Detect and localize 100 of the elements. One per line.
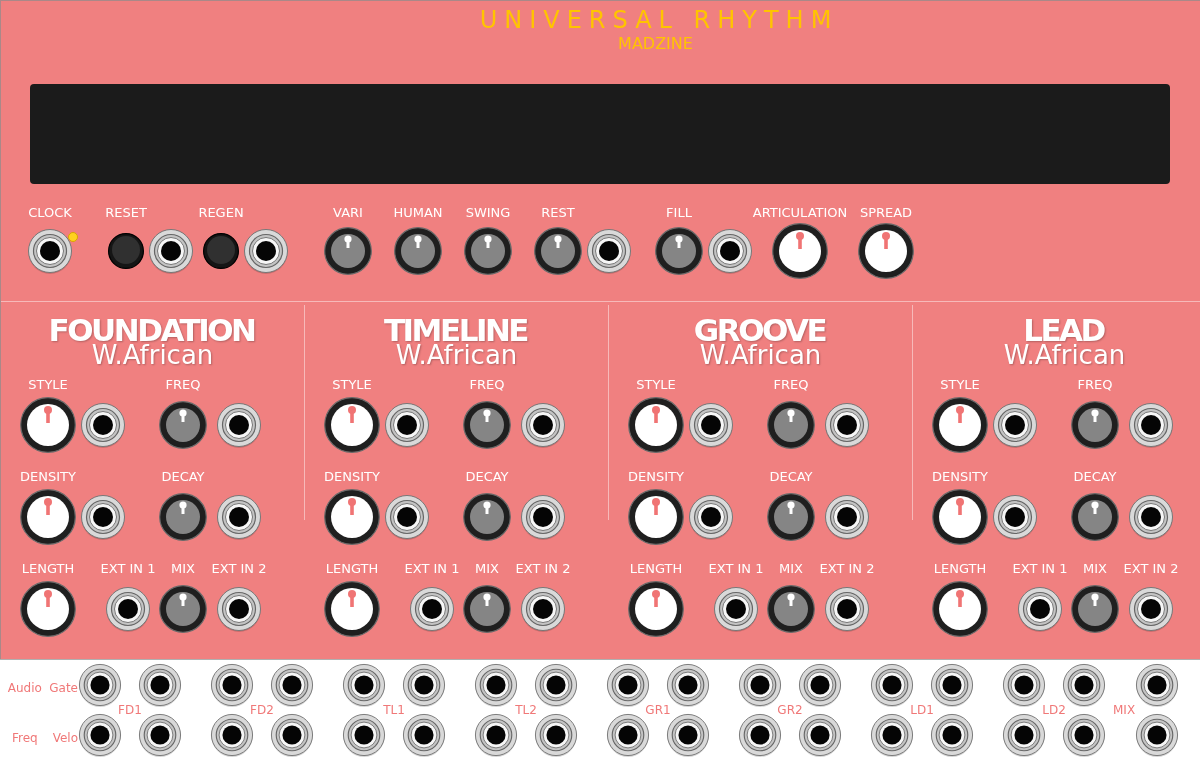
rotary-knob[interactable] (767, 401, 815, 449)
push-button[interactable] (108, 233, 144, 269)
patch-jack[interactable] (384, 402, 430, 448)
patch-jack[interactable] (688, 402, 734, 448)
patch-jack[interactable] (1128, 402, 1174, 448)
patch-jack[interactable] (870, 663, 914, 707)
patch-jack[interactable] (930, 713, 974, 757)
patch-jack[interactable] (210, 713, 254, 757)
patch-jack[interactable] (1135, 713, 1180, 757)
rotary-knob[interactable] (394, 227, 442, 275)
patch-jack[interactable] (824, 586, 870, 632)
patch-jack[interactable] (824, 402, 870, 448)
rotary-knob[interactable] (628, 581, 684, 637)
patch-jack[interactable] (1002, 663, 1046, 707)
patch-jack[interactable] (1135, 663, 1180, 707)
rotary-knob[interactable] (324, 397, 380, 453)
rotary-knob[interactable] (1071, 493, 1119, 541)
rotary-knob[interactable] (463, 401, 511, 449)
rotary-knob[interactable] (20, 581, 76, 637)
rotary-knob[interactable] (767, 493, 815, 541)
control-label: STYLE (940, 377, 980, 393)
patch-jack[interactable] (409, 586, 455, 632)
control-label: SPREAD (859, 205, 913, 221)
patch-jack[interactable] (1017, 586, 1063, 632)
rotary-knob[interactable] (324, 489, 380, 545)
patch-jack[interactable] (27, 228, 73, 274)
patch-jack[interactable] (586, 228, 632, 274)
section-title: TIMELINE (383, 316, 529, 344)
patch-jack[interactable] (520, 494, 566, 540)
rotary-knob[interactable] (772, 223, 828, 279)
patch-jack[interactable] (80, 402, 126, 448)
patch-jack[interactable] (798, 663, 842, 707)
patch-jack[interactable] (216, 402, 262, 448)
rotary-knob[interactable] (628, 397, 684, 453)
patch-jack[interactable] (666, 713, 710, 757)
rotary-knob[interactable] (463, 493, 511, 541)
patch-jack[interactable] (1062, 713, 1106, 757)
patch-jack[interactable] (930, 663, 974, 707)
rotary-knob[interactable] (534, 227, 582, 275)
patch-jack[interactable] (148, 228, 194, 274)
patch-jack[interactable] (80, 494, 126, 540)
patch-jack[interactable] (105, 586, 151, 632)
patch-jack[interactable] (78, 663, 122, 707)
patch-jack[interactable] (342, 713, 386, 757)
patch-jack[interactable] (270, 713, 314, 757)
patch-jack[interactable] (534, 663, 578, 707)
patch-jack[interactable] (738, 713, 782, 757)
patch-jack[interactable] (138, 663, 182, 707)
patch-jack[interactable] (992, 494, 1038, 540)
patch-jack[interactable] (534, 713, 578, 757)
patch-jack[interactable] (342, 663, 386, 707)
push-button[interactable] (203, 233, 239, 269)
patch-jack[interactable] (216, 586, 262, 632)
patch-jack[interactable] (520, 586, 566, 632)
rotary-knob[interactable] (767, 585, 815, 633)
patch-jack[interactable] (1128, 586, 1174, 632)
rotary-knob[interactable] (932, 489, 988, 545)
patch-jack[interactable] (520, 402, 566, 448)
patch-jack[interactable] (688, 494, 734, 540)
patch-jack[interactable] (243, 228, 289, 274)
patch-jack[interactable] (707, 228, 753, 274)
rotary-knob[interactable] (858, 223, 914, 279)
patch-jack[interactable] (824, 494, 870, 540)
rotary-knob[interactable] (463, 585, 511, 633)
rotary-knob[interactable] (324, 227, 372, 275)
patch-jack[interactable] (1062, 663, 1106, 707)
rotary-knob[interactable] (932, 581, 988, 637)
patch-jack[interactable] (1002, 713, 1046, 757)
rotary-knob[interactable] (159, 401, 207, 449)
rotary-knob[interactable] (1071, 401, 1119, 449)
patch-jack[interactable] (666, 663, 710, 707)
patch-jack[interactable] (402, 663, 446, 707)
rotary-knob[interactable] (932, 397, 988, 453)
patch-jack[interactable] (210, 663, 254, 707)
patch-jack[interactable] (738, 663, 782, 707)
rotary-knob[interactable] (159, 493, 207, 541)
patch-jack[interactable] (1128, 494, 1174, 540)
patch-jack[interactable] (138, 713, 182, 757)
rotary-knob[interactable] (324, 581, 380, 637)
patch-jack[interactable] (474, 663, 518, 707)
patch-jack[interactable] (402, 713, 446, 757)
patch-jack[interactable] (713, 586, 759, 632)
rotary-knob[interactable] (159, 585, 207, 633)
patch-jack[interactable] (216, 494, 262, 540)
rotary-knob[interactable] (20, 397, 76, 453)
control-label: STYLE (332, 377, 372, 393)
patch-jack[interactable] (870, 713, 914, 757)
patch-jack[interactable] (992, 402, 1038, 448)
patch-jack[interactable] (606, 713, 650, 757)
rotary-knob[interactable] (628, 489, 684, 545)
patch-jack[interactable] (270, 663, 314, 707)
patch-jack[interactable] (798, 713, 842, 757)
rotary-knob[interactable] (655, 227, 703, 275)
rotary-knob[interactable] (1071, 585, 1119, 633)
patch-jack[interactable] (474, 713, 518, 757)
rotary-knob[interactable] (20, 489, 76, 545)
patch-jack[interactable] (606, 663, 650, 707)
rotary-knob[interactable] (464, 227, 512, 275)
patch-jack[interactable] (384, 494, 430, 540)
patch-jack[interactable] (78, 713, 122, 757)
